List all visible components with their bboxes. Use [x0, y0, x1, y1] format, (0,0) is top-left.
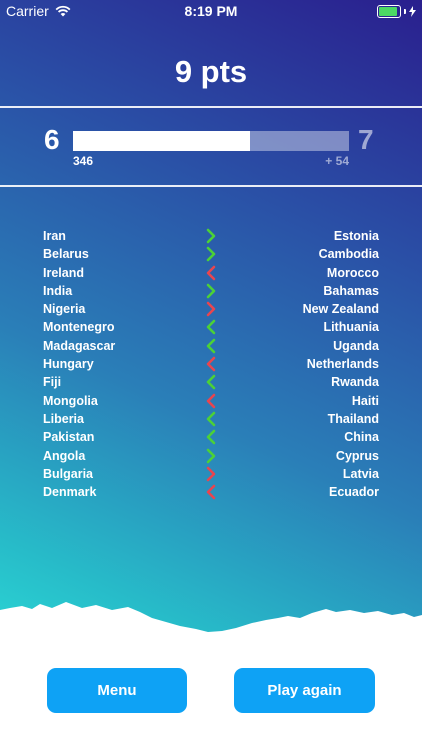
- right-country: China: [344, 430, 379, 445]
- result-row: India Bahamas: [0, 282, 422, 300]
- chevron-left-icon: [206, 338, 216, 354]
- result-row: Bulgaria Latvia: [0, 465, 422, 483]
- points-gain: + 54: [325, 154, 349, 168]
- chevron-left-icon: [206, 375, 216, 390]
- chevron-right-icon: [206, 301, 216, 317]
- left-country: Montenegro: [43, 320, 115, 335]
- result-row: Denmark Ecuador: [0, 483, 422, 501]
- chevron-right-icon: [206, 283, 216, 299]
- left-country: Iran: [43, 229, 66, 243]
- left-country: Madagascar: [43, 338, 116, 353]
- result-row: Ireland Morocco: [0, 264, 422, 282]
- left-country: Angola: [43, 448, 86, 463]
- chevron-right-icon: [206, 466, 216, 482]
- left-country: India: [43, 283, 73, 298]
- results-list: Iran Estonia Belarus Cambodia Ireland Morocco…: [0, 227, 422, 501]
- chevron-left-icon: [206, 484, 216, 500]
- right-country: Lithuania: [323, 320, 379, 335]
- right-country: Rwanda: [331, 375, 379, 390]
- right-country: Ecuador: [328, 485, 379, 500]
- result-row: Mongolia Haiti: [0, 392, 422, 410]
- play-again-button[interactable]: Play again: [234, 668, 375, 713]
- chevron-right-icon: [206, 448, 216, 463]
- result-row: Nigeria New Zealand: [0, 300, 422, 318]
- score-title: 9 pts: [174, 54, 248, 89]
- right-country: Estonia: [333, 229, 379, 243]
- divider-bottom: [0, 185, 422, 187]
- chevron-left-icon: [206, 320, 216, 335]
- chevron-left-icon: [206, 393, 216, 408]
- result-row: Angola Cyprus: [0, 447, 422, 465]
- points-value: 346: [73, 154, 94, 168]
- right-country: Latvia: [342, 466, 379, 481]
- divider-top: [0, 106, 422, 108]
- chevron-right-icon: [206, 246, 216, 262]
- left-country: Bulgaria: [43, 466, 94, 481]
- right-country: Uganda: [333, 338, 379, 353]
- battery-icon: [377, 5, 416, 18]
- left-country: Mongolia: [43, 393, 98, 408]
- menu-button[interactable]: Menu: [47, 668, 187, 713]
- chevron-right-icon: [206, 228, 216, 244]
- result-row: Montenegro Lithuania: [0, 318, 422, 336]
- result-row: Madagascar Uganda: [0, 337, 422, 355]
- result-row: Iran Estonia: [0, 227, 422, 245]
- status-bar: Carrier 8:19 PM: [0, 0, 422, 22]
- left-country: Pakistan: [43, 430, 95, 445]
- result-row: Liberia Thailand: [0, 410, 422, 428]
- chevron-left-icon: [206, 265, 216, 280]
- status-time: 8:19 PM: [184, 3, 238, 19]
- right-country: Thailand: [327, 411, 379, 426]
- right-country: Bahamas: [323, 283, 379, 298]
- next-level: 7: [358, 124, 374, 155]
- result-row: Fiji Rwanda: [0, 373, 422, 391]
- result-row: Belarus Cambodia: [0, 245, 422, 263]
- current-level: 6: [44, 124, 60, 155]
- chevron-left-icon: [206, 429, 216, 445]
- charging-bolt-icon: [409, 6, 416, 17]
- left-country: Fiji: [43, 375, 62, 390]
- left-country: Ireland: [43, 265, 84, 280]
- right-country: Cyprus: [335, 448, 379, 463]
- level-progress-bar: [73, 131, 349, 151]
- left-country: Liberia: [43, 411, 84, 426]
- left-country: Denmark: [43, 485, 97, 500]
- chevron-left-icon: [206, 356, 216, 372]
- right-country: New Zealand: [302, 302, 379, 317]
- right-country: Haiti: [351, 393, 379, 408]
- chevron-left-icon: [206, 411, 216, 427]
- left-country: Belarus: [43, 247, 89, 262]
- left-country: Hungary: [43, 357, 94, 372]
- result-row: Pakistan China: [0, 428, 422, 446]
- level-progress-fill: [73, 131, 250, 151]
- left-country: Nigeria: [43, 302, 86, 317]
- right-country: Cambodia: [318, 247, 379, 262]
- result-row: Hungary Netherlands: [0, 355, 422, 373]
- right-country: Netherlands: [306, 357, 379, 372]
- right-country: Morocco: [326, 265, 379, 280]
